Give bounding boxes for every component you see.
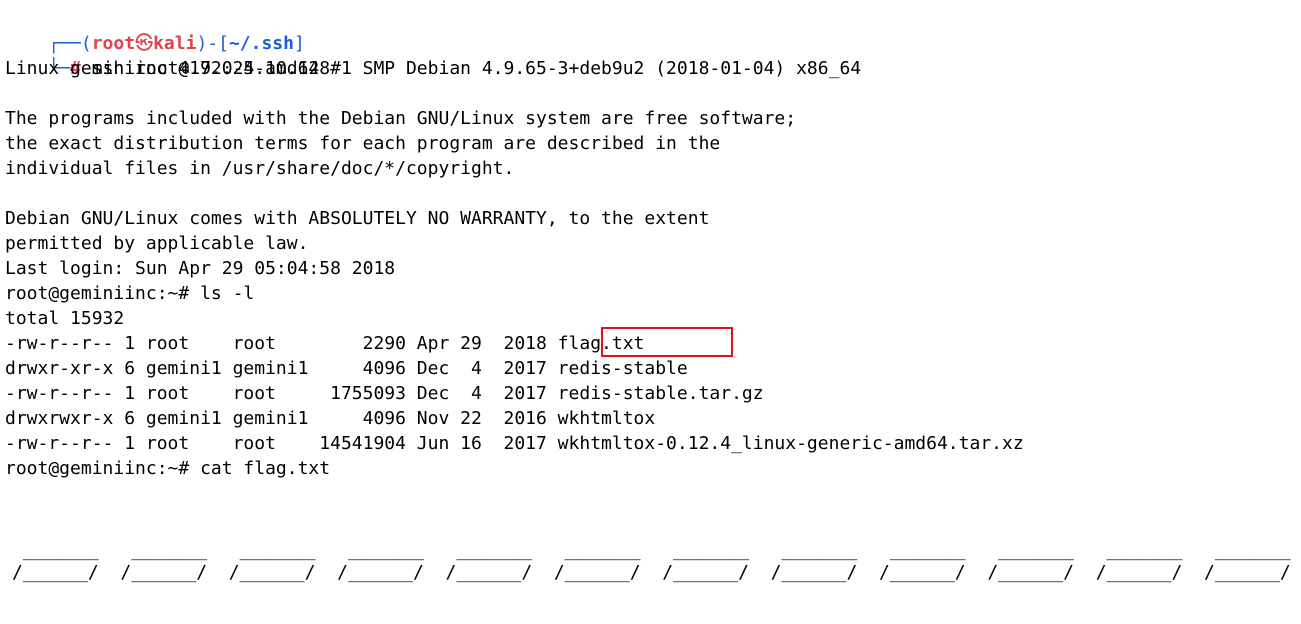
prompt-header-line: ┌──(root㉿kali)-[~/.ssh] xyxy=(5,6,304,54)
warranty-text-1: Debian GNU/Linux comes with ABSOLUTELY N… xyxy=(5,208,710,229)
listing-total: total 15932 xyxy=(5,308,125,329)
flag-art-row-2: /______/ /______/ /______/ /______/ /___… xyxy=(12,562,1291,583)
listing-row: -rw-r--r-- 1 root root 14541904 Jun 16 2… xyxy=(5,433,1024,454)
warranty-text-2: permitted by applicable law. xyxy=(5,233,309,254)
terminal-window[interactable]: ┌──(root㉿kali)-[~/.ssh] └─# ssh root@172… xyxy=(0,0,1301,624)
listing-row: drwxr-xr-x 6 gemini1 gemini1 4096 Dec 4 … xyxy=(5,358,688,379)
flag-ascii-art: _______ _______ _______ _______ _______ … xyxy=(0,538,1301,588)
license-text-2: the exact distribution terms for each pr… xyxy=(5,133,721,154)
flag-highlight-box xyxy=(601,327,733,357)
listing-row: -rw-r--r-- 1 root root 1755093 Dec 4 201… xyxy=(5,383,764,404)
command-ls: root@geminiinc:~# ls -l xyxy=(5,283,255,304)
listing-row: -rw-r--r-- 1 root root 2290 Apr 29 2018 … xyxy=(5,333,645,354)
listing-row: drwxrwxr-x 6 gemini1 gemini1 4096 Nov 22… xyxy=(5,408,656,429)
command-cat: root@geminiinc:~# cat flag.txt xyxy=(5,458,331,479)
license-text-3: individual files in /usr/share/doc/*/cop… xyxy=(5,158,515,179)
license-text-1: The programs included with the Debian GN… xyxy=(5,108,797,129)
kernel-banner: Linux geminiinc 4.9.0-5-amd64 #1 SMP Deb… xyxy=(5,58,862,79)
command-line-ssh: └─# ssh root@172.24.10.128 xyxy=(5,31,330,79)
last-login: Last login: Sun Apr 29 05:04:58 2018 xyxy=(5,258,396,279)
